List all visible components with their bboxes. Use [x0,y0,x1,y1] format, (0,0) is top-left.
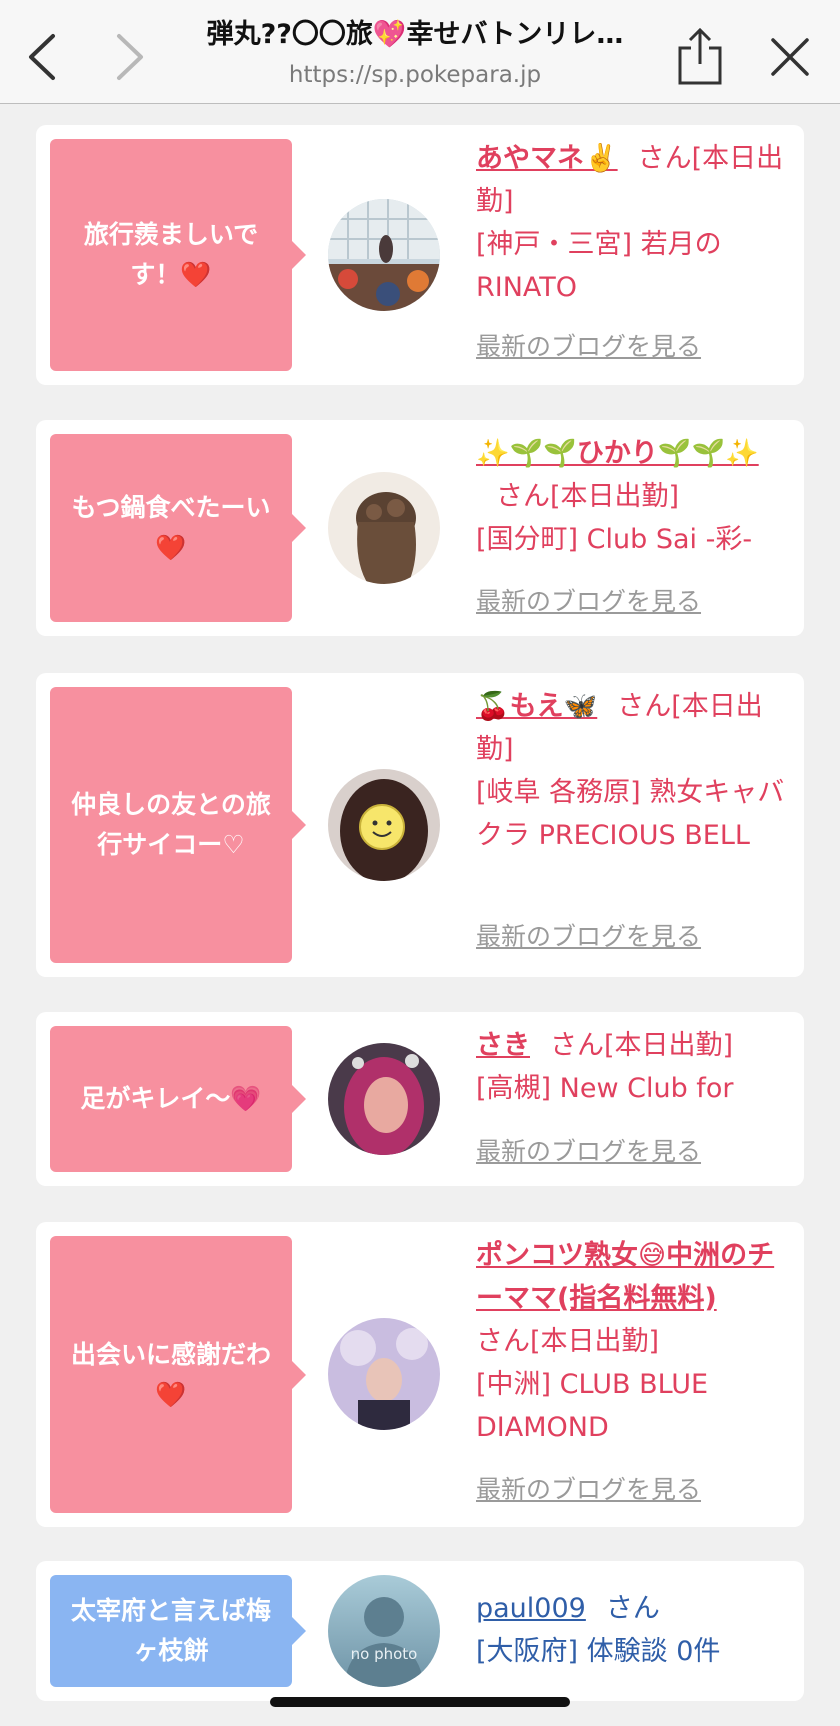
back-button[interactable] [12,22,72,92]
list-item: もつ鍋食べたーい❤️ ✨🌱🌱ひかり🌱🌱✨ さん[本日出勤] [国分町] Club … [36,420,804,636]
cast-status: さん[本日出勤] [550,1030,734,1061]
close-button[interactable] [760,22,820,92]
forward-button[interactable] [100,22,160,92]
list-item: 太宰府と言えば梅ヶ枝餅 no photo paul009 さん [大阪府] 体験談… [36,1561,804,1701]
shop-name: [神戸・三宮] 若月のRINATO [476,229,722,303]
cast-name-link[interactable]: 🍒もえ🦋 [476,691,597,722]
avatar[interactable] [328,1318,440,1430]
shop-name: [岐阜 各務原] 熟女キャバクラ PRECIOUS BELL [476,777,785,851]
list-item: 旅行羨ましいです！❤️ あやマネ✌️ さん[本日出勤] [神戸・三宮] 若月のRI… [36,125,804,385]
user-name-link[interactable]: paul009 [476,1593,586,1624]
avatar-photo [328,1318,440,1430]
home-indicator [270,1697,570,1707]
cast-status: さん[本日出勤] [496,481,680,512]
cast-info: あやマネ✌️ さん[本日出勤] [神戸・三宮] 若月のRINATO [476,137,792,309]
message-bubble: 旅行羨ましいです！❤️ [50,139,306,371]
cast-name-link[interactable]: ポンコツ熟女😅中洲のチーママ(指名料無料) [476,1240,774,1314]
cast-name-link[interactable]: さき [476,1030,530,1061]
message-bubble: 足がキレイ〜💗 [50,1026,306,1172]
shop-name: [高槻] New Club for [476,1073,734,1104]
user-info: paul009 さん [大阪府] 体験談 0件 [476,1587,792,1673]
user-status: さん [605,1593,660,1624]
avatar[interactable] [328,1043,440,1155]
page-url: https://sp.pokepara.jp [288,62,542,88]
list-item: 出会いに感謝だわ❤️ ポンコツ熟女😅中洲のチーママ(指名料無料) さん[本日出勤… [36,1222,804,1527]
share-icon [678,28,722,85]
list-item: 仲良しの友との旅行サイコー♡ 🍒もえ🦋 さん[本日出勤] [岐阜 各務原] 熟女キ… [36,673,804,977]
message-bubble: もつ鍋食べたーい❤️ [50,434,306,622]
avatar-photo [328,1043,440,1155]
cast-info: さき さん[本日出勤] [高槻] New Club for [476,1024,792,1110]
review-count: [大阪府] 体験談 0件 [476,1636,721,1667]
cast-name-link[interactable]: ✨🌱🌱ひかり🌱🌱✨ [476,438,759,469]
avatar[interactable] [328,199,440,311]
latest-blog-link[interactable]: 最新のブログを見る [476,1472,701,1508]
chevron-right-icon [117,34,143,80]
avatar[interactable] [328,769,440,881]
browser-toolbar: 弾丸??〇〇旅💖幸せバトンリレ… https://sp.pokepara.jp [0,0,840,104]
latest-blog-link[interactable]: 最新のブログを見る [476,584,701,620]
list-item: 足がキレイ〜💗 さき さん[本日出勤] [高槻] New Club for 最新の… [36,1012,804,1186]
cast-info: ✨🌱🌱ひかり🌱🌱✨ さん[本日出勤] [国分町] Club Sai -彩- [476,432,792,561]
avatar[interactable] [328,472,440,584]
message-bubble: 仲良しの友との旅行サイコー♡ [50,687,306,963]
latest-blog-link[interactable]: 最新のブログを見る [476,919,701,955]
latest-blog-link[interactable]: 最新のブログを見る [476,1134,701,1170]
shop-name: [国分町] Club Sai -彩- [476,524,753,555]
cast-info: 🍒もえ🦋 さん[本日出勤] [岐阜 各務原] 熟女キャバクラ PRECIOUS B… [476,685,792,857]
avatar-photo [328,769,440,881]
cast-status: さん[本日出勤] [476,1326,660,1357]
cast-name-link[interactable]: あやマネ✌️ [476,143,618,174]
cast-info: ポンコツ熟女😅中洲のチーママ(指名料無料) さん[本日出勤] [中洲] CLUB… [476,1234,792,1449]
share-button[interactable] [670,22,730,92]
avatar[interactable]: no photo [328,1575,440,1687]
title-area: 弾丸??〇〇旅💖幸せバトンリレ… https://sp.pokepara.jp [180,18,650,92]
message-bubble: 出会いに感謝だわ❤️ [50,1236,306,1513]
avatar-photo [328,472,440,584]
chevron-left-icon [29,34,55,80]
latest-blog-link[interactable]: 最新のブログを見る [476,329,701,365]
message-bubble: 太宰府と言えば梅ヶ枝餅 [50,1575,306,1687]
shop-name: [中洲] CLUB BLUE DIAMOND [476,1369,709,1443]
page-title: 弾丸??〇〇旅💖幸せバトンリレ… [206,19,624,50]
avatar-photo [328,199,440,311]
close-icon [771,38,809,76]
no-photo-label: no photo [350,1645,418,1663]
no-photo-avatar [328,1575,440,1687]
